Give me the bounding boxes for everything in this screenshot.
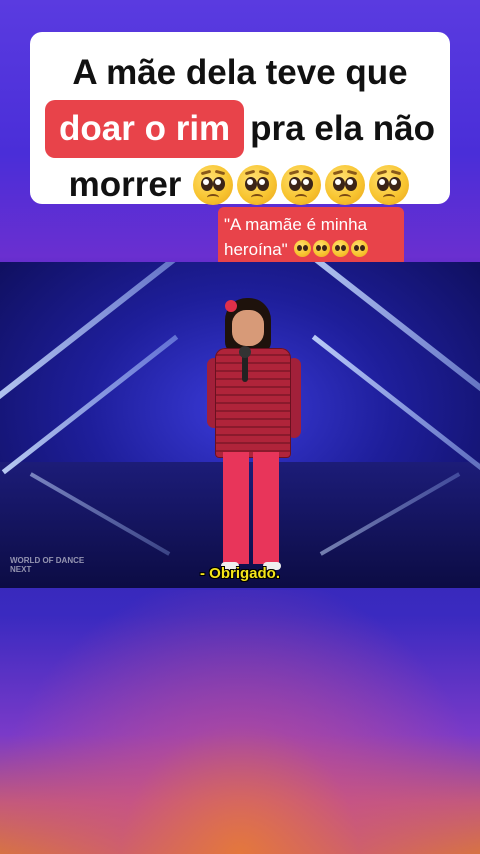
video-player[interactable] <box>0 262 480 588</box>
watermark-line-1: WORLD OF DANCE <box>10 556 85 565</box>
quote-line-2: heroína" <box>224 240 288 259</box>
stage-light-beam <box>295 262 480 408</box>
pleading-face-icon <box>193 164 234 205</box>
caption-line-1: A mãe dela teve que <box>72 53 408 92</box>
performer <box>205 292 305 582</box>
microphone-icon <box>239 346 251 382</box>
quote-badge: "A mamãe é minha heroína" <box>218 207 404 267</box>
caption-line-2-rest: pra ela não <box>250 109 435 148</box>
background-glow <box>0 590 480 854</box>
performer-face <box>232 310 264 346</box>
pleading-face-icon <box>369 164 410 205</box>
stage-light-beam <box>0 262 195 408</box>
caption-highlight: doar o rim <box>45 100 245 158</box>
plaid-shirt <box>215 348 291 458</box>
hair-flower <box>225 300 237 312</box>
stage-light-beam <box>311 334 480 475</box>
pink-pants <box>223 452 279 564</box>
caption-line-2: doar o rim pra ela não <box>42 100 438 158</box>
quote-line-1: "A mamãe é minha <box>224 215 368 234</box>
quote-line-2-wrap: heroína" <box>224 237 398 262</box>
caption-line-3: morrer <box>42 158 438 214</box>
pleading-face-icon <box>294 240 312 258</box>
pleading-face-icon <box>281 164 322 205</box>
pleading-face-icon <box>351 240 369 258</box>
pleading-face-icon <box>313 240 331 258</box>
stage-light-beam <box>1 334 179 475</box>
caption-emoji-row <box>191 160 411 214</box>
pleading-face-icon <box>237 164 278 205</box>
video-subtitle: - Obrigado. <box>200 565 280 582</box>
caption-line-3-text: morrer <box>68 165 182 204</box>
pleading-face-icon <box>332 240 350 258</box>
caption-card: A mãe dela teve que doar o rim pra ela nã… <box>30 32 450 205</box>
pleading-face-icon <box>325 164 366 205</box>
